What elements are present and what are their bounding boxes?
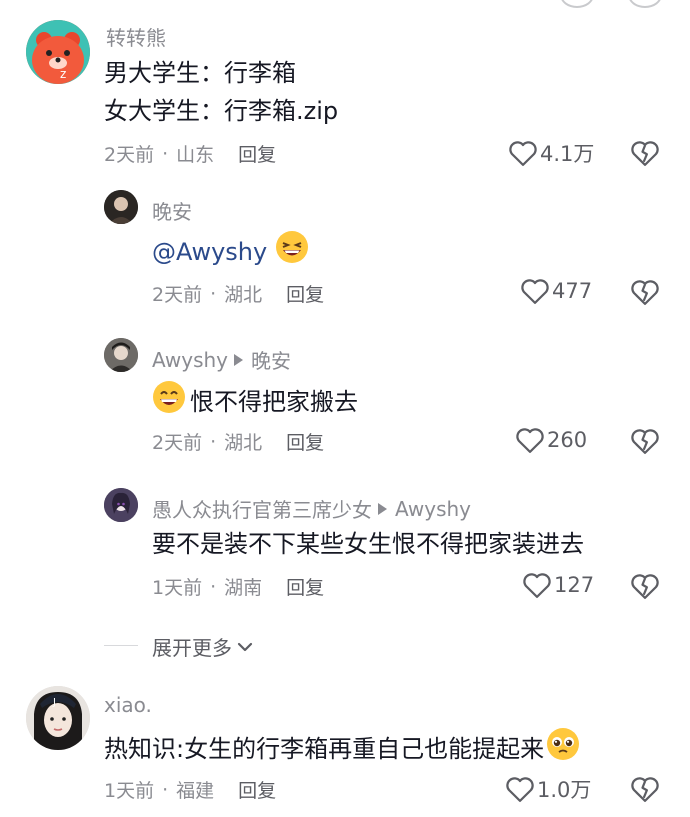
like-button[interactable]: 260 [515,426,587,454]
comment-username[interactable]: 转转熊 [106,22,166,51]
broken-heart-icon [631,574,659,599]
like-button[interactable]: 477 [520,277,592,305]
separator-dot: · [210,575,217,598]
reply-button[interactable]: 回复 [238,140,276,167]
comment-meta: 2天前 · 湖北 回复 [152,280,324,307]
comment-time: 1天前 [104,780,155,802]
pleading-face-icon [546,727,580,770]
comment-meta: 1天前 · 福建 回复 [104,776,276,803]
reply-to-username[interactable]: 晚安 [251,345,291,374]
dislike-button[interactable] [630,139,660,167]
broken-heart-icon [631,429,659,454]
comment-text-line: @Awyshy [152,230,309,273]
like-button[interactable]: 1.0万 [505,774,591,804]
like-count: 260 [547,428,588,452]
like-button[interactable]: 127 [522,571,594,599]
dislike-button[interactable] [630,572,660,600]
dislike-button[interactable] [630,278,660,306]
comment-time: 2天前 [104,144,155,166]
broken-heart-icon [631,280,659,305]
avatar[interactable] [104,190,138,224]
avatar[interactable] [104,338,138,372]
like-button[interactable]: 4.1万 [508,138,594,168]
comment-time: 1天前 [152,577,203,599]
expand-more-button[interactable]: 展开更多 [152,632,255,661]
comment-username[interactable]: 愚人众执行官第三席少女 [152,494,372,523]
comment-location: 山东 [176,144,215,166]
mention-link[interactable]: @Awyshy [152,235,267,269]
broken-heart-icon [631,141,659,166]
like-count: 127 [554,573,595,597]
like-count: 1.0万 [537,778,592,802]
comment-username[interactable]: 晚安 [152,196,192,225]
comment-location: 湖北 [224,432,263,454]
comment-meta: 2天前 · 山东 回复 [104,140,276,167]
laughing-face-icon [275,230,309,273]
reply-button[interactable]: 回复 [238,776,276,803]
dislike-button[interactable] [630,427,660,455]
heart-icon [506,777,534,802]
comment-text-line: 男大学生：行李箱 [104,59,296,87]
partial-icon [628,0,662,8]
comment-text-line: 女大学生：行李箱.zip [104,97,339,125]
comment-text: 热知识:女生的行李箱再重自己也能提起来 [104,734,545,763]
separator-dot: · [210,282,217,305]
comment-username[interactable]: Awyshy [152,348,228,372]
avatar[interactable] [104,488,138,522]
divider [104,645,138,646]
comment-time: 2天前 [152,284,203,306]
comment-meta: 1天前 · 湖南 回复 [152,573,324,600]
reply-to-username[interactable]: Awyshy [395,497,471,521]
broken-heart-icon [631,777,659,802]
comment-text: 恨不得把家搬去 [190,387,358,416]
comment-meta: 2天前 · 湖北 回复 [152,428,324,455]
avatar[interactable]: z [26,20,90,84]
comment-time: 2天前 [152,432,203,454]
separator-dot: · [210,430,217,453]
reply-button[interactable]: 回复 [286,573,324,600]
separator-dot: · [162,778,169,801]
heart-icon [516,428,544,453]
chevron-down-icon [237,642,253,651]
reply-header: Awyshy 晚安 [152,345,291,374]
reply-arrow-icon [234,353,243,366]
comment-username[interactable]: xiao. [104,693,152,717]
partial-icon [560,0,594,8]
avatar[interactable]: J [26,686,90,750]
expand-more-label: 展开更多 [152,636,232,660]
reply-header: 愚人众执行官第三席少女 Awyshy [152,494,471,523]
svg-text:z: z [60,67,66,81]
dislike-button[interactable] [630,775,660,803]
separator-dot: · [162,142,169,165]
reply-arrow-icon [378,502,387,515]
svg-text:J: J [52,697,56,708]
grinning-face-icon [152,380,186,423]
heart-icon [521,279,549,304]
heart-icon [523,573,551,598]
like-count: 477 [552,279,593,303]
comment-location: 湖南 [224,577,263,599]
comment-location: 福建 [176,780,215,802]
comment-text-line: 热知识:女生的行李箱再重自己也能提起来 [104,727,580,770]
comment-text-line: 恨不得把家搬去 [152,380,358,423]
like-count: 4.1万 [540,142,595,166]
comment-location: 湖北 [224,284,263,306]
heart-icon [509,141,537,166]
reply-button[interactable]: 回复 [286,280,324,307]
comment-text: 要不是装不下某些女生恨不得把家装进去 [152,530,584,558]
reply-button[interactable]: 回复 [286,428,324,455]
